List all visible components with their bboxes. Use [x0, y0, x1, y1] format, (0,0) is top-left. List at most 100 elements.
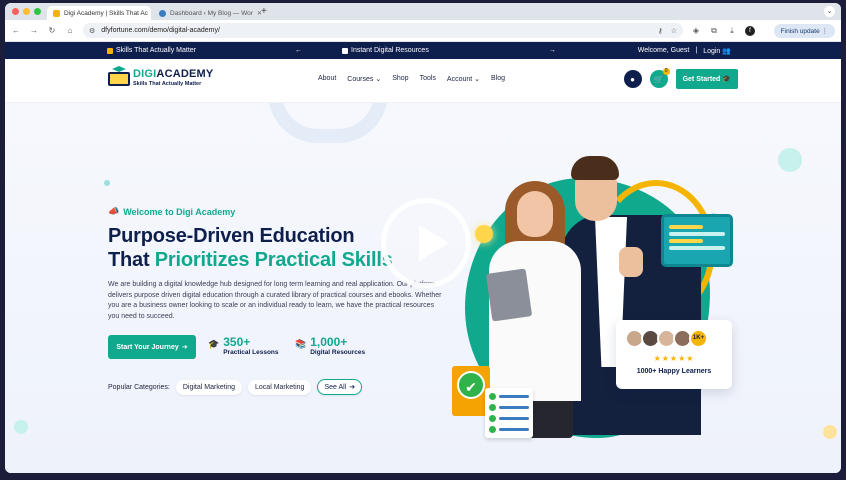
browser-tab-bar: Digi Academy | Skills That Ac ✕ Dashboar…	[5, 3, 841, 20]
woman-figure	[489, 241, 581, 401]
wordpress-favicon-icon	[159, 9, 166, 17]
decorative-dot	[104, 180, 110, 186]
learners-label: 1000+ Happy Learners	[636, 368, 712, 375]
book-stack-icon: 📚	[295, 339, 307, 349]
cart-icon: 🛒	[653, 74, 664, 84]
decorative-circle	[268, 103, 388, 143]
login-label: Login	[703, 47, 721, 55]
back-arrow-icon[interactable]: ←	[11, 26, 21, 35]
bookmark-star-icon[interactable]: ☆	[671, 27, 677, 35]
window-controls	[12, 8, 41, 15]
download-icon[interactable]: ⤓	[727, 26, 737, 36]
site-info-icon[interactable]: ⚙	[89, 27, 95, 35]
woman-face	[517, 191, 553, 237]
chevron-down-icon: ⌄	[375, 76, 382, 83]
category-chip[interactable]: Local Marketing	[248, 379, 312, 395]
get-started-label: Get Started	[682, 76, 721, 83]
announcement-left: Skills That Actually Matter	[107, 47, 196, 54]
profile-avatar[interactable]: f	[745, 25, 755, 36]
tab-title: Digi Academy | Skills That Ac	[64, 9, 148, 17]
decorative-dot	[14, 420, 28, 434]
nav-blog[interactable]: Blog	[491, 75, 505, 83]
category-chip[interactable]: Digital Marketing	[175, 379, 243, 395]
forward-arrow-icon[interactable]: →	[29, 26, 39, 35]
extension-icon[interactable]: ◈	[691, 26, 701, 35]
graduation-cap-icon: 🎓	[208, 339, 220, 349]
zoom-window-button[interactable]	[34, 8, 41, 15]
man-hair	[571, 156, 619, 180]
start-journey-label: Start Your Journey	[116, 343, 179, 351]
announcement-left-text: Skills That Actually Matter	[116, 47, 197, 54]
see-all-button[interactable]: See All ➔	[317, 379, 363, 395]
arrow-circle-right-icon: ➔	[181, 344, 188, 351]
nav-about[interactable]: About	[318, 75, 336, 83]
lightbulb-icon	[475, 225, 493, 243]
hero-eyebrow: 📣 Welcome to Digi Academy	[108, 206, 235, 217]
carousel-message: Instant Digital Resources	[342, 47, 429, 54]
play-video-button[interactable]	[381, 198, 471, 288]
decorative-dot	[823, 425, 837, 439]
announcement-bar: Skills That Actually Matter ← Instant Di…	[5, 42, 841, 59]
close-window-button[interactable]	[12, 8, 19, 15]
minimize-window-button[interactable]	[23, 8, 30, 15]
carousel-prev-arrow[interactable]: ←	[295, 47, 302, 54]
hero-section: 📣 Welcome to Digi Academy Purpose-Driven…	[5, 103, 841, 473]
hero-eyebrow-text: Welcome to Digi Academy	[123, 206, 236, 217]
get-started-button[interactable]: Get Started 🎓	[675, 69, 738, 89]
logo-mark-icon	[108, 66, 130, 88]
book-icon	[107, 47, 113, 54]
stat-number: 1,000+	[310, 335, 348, 349]
cart-button[interactable]: 🛒 0	[649, 68, 670, 88]
finish-update-label: Finish update	[780, 27, 820, 35]
browser-toolbar: ← → ↻ ⌂ ⚙ dfyfortune.com/demo/digital-ac…	[5, 20, 841, 42]
nav-shop[interactable]: Shop	[392, 75, 408, 83]
finish-update-button[interactable]: Finish update ⋮	[773, 23, 835, 38]
login-link[interactable]: Login 👥	[703, 47, 731, 55]
learner-avatars: 1K+	[625, 329, 708, 348]
logo-name-part2: ACADEMY	[156, 67, 214, 80]
stat-number: 350+	[223, 335, 251, 349]
popular-label: Popular Categories:	[108, 383, 170, 391]
thumbs-up-hand	[619, 247, 643, 277]
header-actions: ● 🛒 0 Get Started 🎓	[623, 68, 738, 89]
divider: |	[695, 47, 698, 54]
arrow-circle-right-icon: ➔	[349, 384, 356, 391]
cart-count-badge: 0	[662, 68, 670, 75]
graduation-cap-icon: 🎓	[722, 76, 731, 83]
reload-icon[interactable]: ↻	[47, 26, 57, 35]
browser-tab-inactive[interactable]: Dashboard ‹ My Blog — Wor ✕	[153, 6, 261, 20]
digi-academy-favicon-icon	[53, 9, 60, 17]
browser-tab-active[interactable]: Digi Academy | Skills That Ac ✕	[47, 6, 151, 20]
carousel-next-arrow[interactable]: →	[549, 47, 556, 54]
address-bar[interactable]: ⚙ dfyfortune.com/demo/digital-academy/ ⚷…	[83, 23, 683, 38]
hero-headline-line2-plain: That	[108, 249, 155, 271]
resource-icon	[342, 47, 348, 54]
stat-label: Practical Lessons	[223, 349, 279, 356]
account-links: Welcome, Guest | Login 👥	[638, 47, 731, 55]
puzzle-extensions-icon[interactable]: ⧉	[709, 26, 719, 36]
home-icon[interactable]: ⌂	[65, 26, 75, 35]
logo-text: DIGIACADEMY Skills That Actually Matter	[133, 68, 213, 87]
tab-title: Dashboard ‹ My Blog — Wor	[170, 9, 253, 17]
stat-resources: 📚 1,000+ Digital Resources	[295, 335, 365, 357]
dashboard-illustration	[661, 214, 733, 267]
nav-account-label: Account	[446, 76, 473, 83]
hero-description: We are building a digital knowledge hub …	[108, 281, 442, 320]
new-tab-button[interactable]: +	[261, 6, 267, 17]
main-nav: About Courses ⌄ Shop Tools Account ⌄ Blo…	[318, 75, 505, 83]
tab-search-chevron-icon[interactable]: ⌄	[824, 6, 835, 17]
site-logo[interactable]: DIGIACADEMY Skills That Actually Matter	[108, 66, 213, 88]
nav-courses-label: Courses	[347, 76, 374, 83]
rating-stars: ★★★★★	[653, 354, 695, 363]
nav-courses[interactable]: Courses ⌄	[347, 75, 381, 83]
chevron-down-icon: ⌄	[474, 76, 481, 83]
hero-headline: Purpose-Driven Education That Prioritize…	[108, 224, 393, 272]
key-icon[interactable]: ⚷	[658, 27, 663, 35]
nav-account[interactable]: Account ⌄	[447, 75, 480, 83]
happy-learners-card: 1K+ ★★★★★ 1000+ Happy Learners	[616, 320, 732, 389]
carousel-message-text: Instant Digital Resources	[351, 47, 429, 54]
nav-tools[interactable]: Tools	[420, 75, 436, 83]
learner-count-badge: 1K+	[689, 329, 708, 348]
start-journey-button[interactable]: Start Your Journey ➔	[108, 335, 196, 359]
user-account-button[interactable]: ●	[623, 70, 642, 88]
